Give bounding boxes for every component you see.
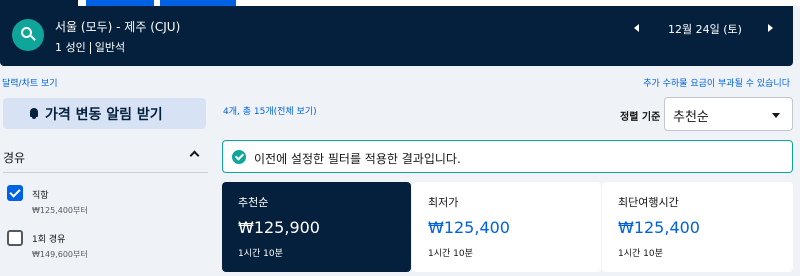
price-alert-button[interactable]: 가격 변동 알림 받기 bbox=[3, 98, 206, 129]
cabin-class: 일반석 bbox=[94, 41, 126, 54]
search-icon[interactable] bbox=[12, 19, 44, 51]
stop-option-direct-price: ₩125,400부터 bbox=[32, 206, 88, 215]
tab-name: 최단여행시간 bbox=[618, 196, 679, 209]
bell-icon bbox=[30, 108, 38, 119]
results-count-link[interactable]: 4개, 총 15개(전체 보기) bbox=[223, 104, 317, 117]
sort-tabs: 추천순 ₩125,900 1시간 10분 최저가 ₩125,400 1시간 10… bbox=[222, 182, 793, 272]
filter-notice-text: 이전에 설정한 필터를 적용한 결과입니다. bbox=[254, 152, 461, 166]
tab-name: 추천순 bbox=[238, 196, 269, 209]
tab-duration: 1시간 10분 bbox=[618, 249, 663, 259]
tab-price: ₩125,400 bbox=[618, 218, 700, 237]
tab-cheapest[interactable]: 최저가 ₩125,400 1시간 10분 bbox=[412, 182, 601, 272]
price-alert-label: 가격 변동 알림 받기 bbox=[45, 107, 163, 123]
calendar-chart-link[interactable]: 달력/차트 보기 bbox=[2, 76, 58, 89]
check-circle-icon bbox=[232, 150, 246, 164]
tab-duration: 1시간 10분 bbox=[238, 249, 283, 259]
stop-option-direct-label: 직항 bbox=[32, 191, 49, 201]
passenger-count: 1 성인 bbox=[55, 41, 86, 54]
passenger-cabin-text[interactable]: 1 성인 일반석 bbox=[55, 39, 125, 55]
one-stop-checkbox[interactable] bbox=[7, 230, 23, 246]
divider bbox=[3, 172, 208, 173]
route-text[interactable]: 서울 (모두) - 제주 (CJU) bbox=[55, 18, 180, 35]
travel-date[interactable]: 12월 24일 (토) bbox=[668, 21, 742, 37]
tab-fastest[interactable]: 최단여행시간 ₩125,400 1시간 10분 bbox=[602, 182, 793, 272]
prev-date-icon[interactable] bbox=[634, 24, 639, 32]
stop-option-one-stop-label: 1회 경유 bbox=[32, 235, 66, 245]
tab-recommended[interactable]: 추천순 ₩125,900 1시간 10분 bbox=[222, 182, 411, 272]
tab-price: ₩125,900 bbox=[238, 218, 320, 237]
tab-duration: 1시간 10분 bbox=[428, 249, 473, 259]
divider bbox=[89, 42, 91, 54]
tab-name: 최저가 bbox=[428, 196, 459, 209]
sort-label: 정렬 기준 bbox=[620, 112, 661, 123]
filter-notice: 이전에 설정한 필터를 적용한 결과입니다. bbox=[222, 140, 793, 173]
sort-select-value: 추천순 bbox=[673, 110, 709, 125]
baggage-fees-link[interactable]: 추가 수하물 요금이 부과될 수 있습니다 bbox=[643, 76, 790, 89]
tab-price: ₩125,400 bbox=[428, 218, 510, 237]
search-summary-header: 서울 (모두) - 제주 (CJU) 1 성인 일반석 12월 24일 (토) bbox=[0, 6, 793, 66]
next-date-icon[interactable] bbox=[768, 24, 773, 32]
chevron-up-icon[interactable] bbox=[189, 150, 200, 161]
direct-checkbox[interactable] bbox=[7, 185, 23, 201]
stops-filter-title[interactable]: 경유 bbox=[3, 149, 25, 166]
stop-option-one-stop-price: ₩149,600부터 bbox=[32, 250, 88, 259]
chevron-down-icon bbox=[772, 113, 780, 118]
sort-select[interactable]: 추천순 bbox=[664, 97, 793, 131]
